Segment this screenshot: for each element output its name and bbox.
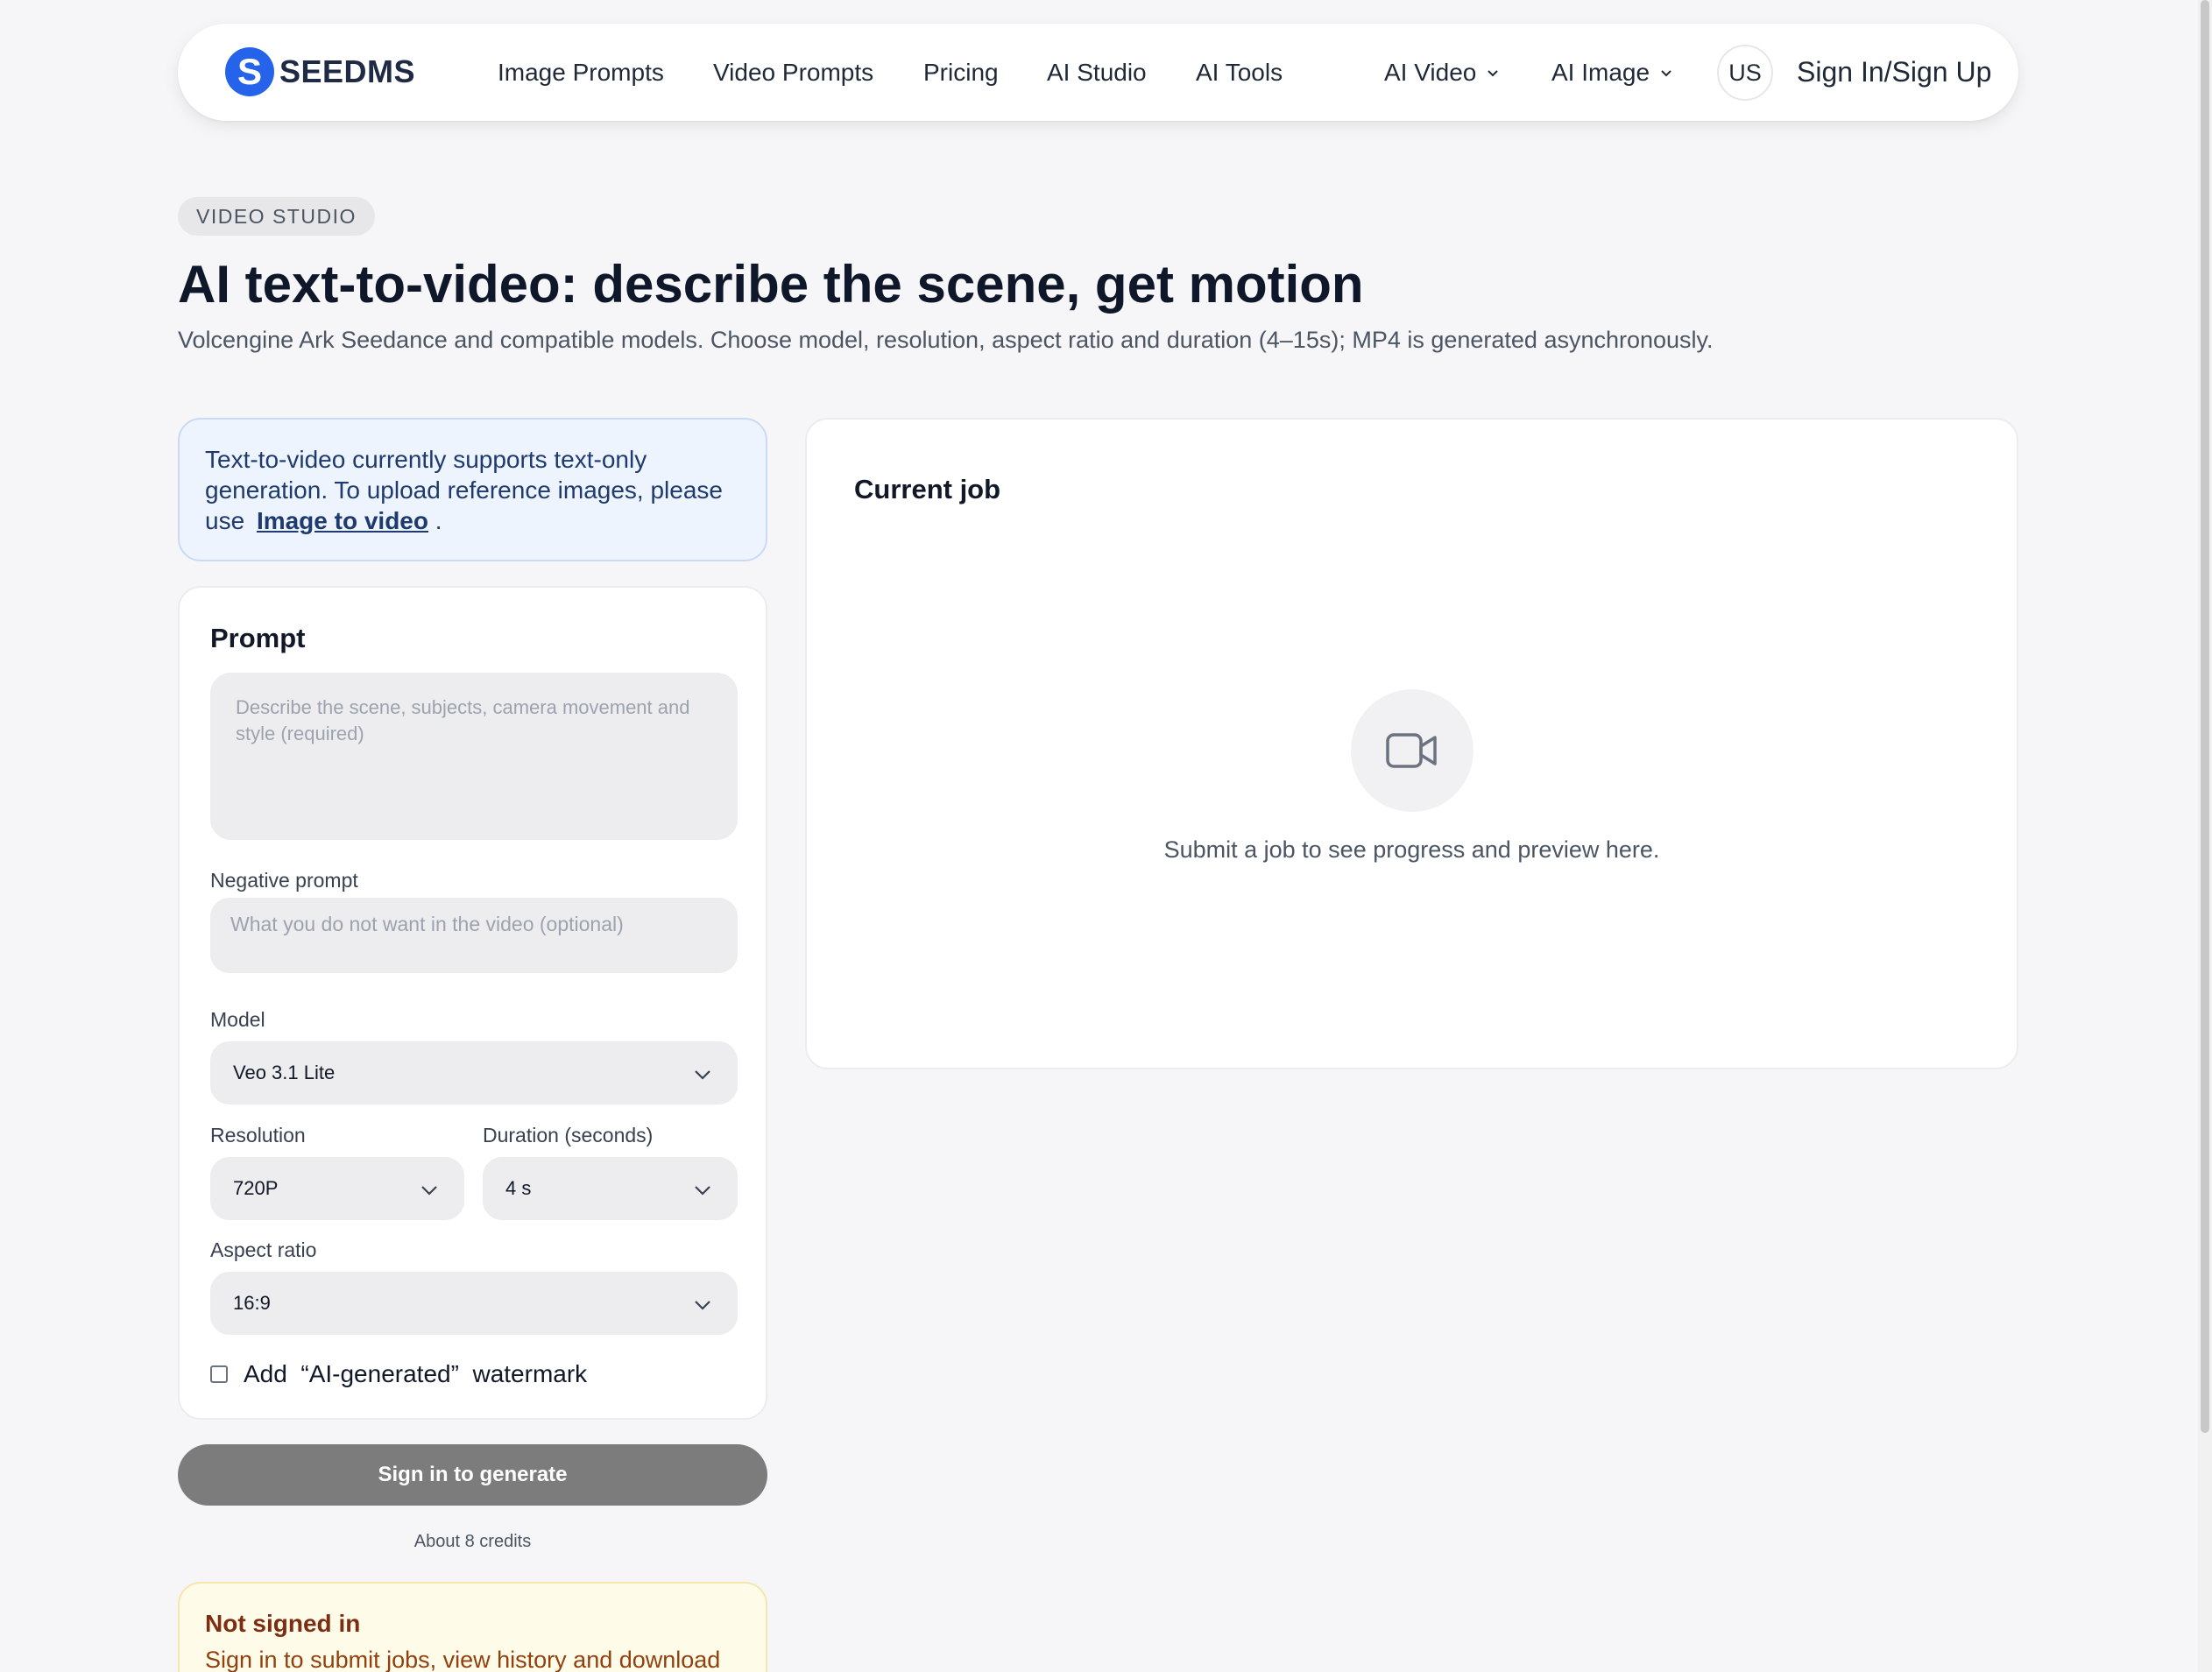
nav-ai-tools[interactable]: AI Tools [1196, 24, 1283, 121]
not-signed-in-title: Not signed in [205, 1610, 361, 1637]
logo-text: SEEDMS [279, 53, 416, 89]
nav-ai-video-dropdown[interactable]: AI Video [1384, 24, 1499, 121]
watermark-label: Add “AI-generated” watermark [244, 1360, 588, 1387]
chevron-down-icon [421, 1186, 437, 1196]
watermark-checkbox[interactable] [210, 1365, 228, 1383]
nav-video-prompts[interactable]: Video Prompts [713, 24, 873, 121]
aspect-ratio-select[interactable]: 16:9 [210, 1272, 738, 1335]
chevron-down-icon [695, 1070, 710, 1080]
duration-label: Duration (seconds) [483, 1124, 654, 1146]
current-job-panel: Current job Submit a job to see progress… [805, 418, 2018, 1069]
not-signed-in-text: Sign in to submit jobs, view history and… [205, 1647, 721, 1672]
logo-mark: S [225, 47, 274, 96]
section-badge: VIDEO STUDIO [178, 197, 375, 236]
watermark-option[interactable]: Add “AI-generated” watermark [210, 1360, 587, 1388]
duration-select-value: 4 s [505, 1177, 532, 1199]
negative-prompt-label: Negative prompt [210, 869, 358, 892]
aspect-ratio-select-value: 16:9 [233, 1292, 271, 1314]
info-notice-suffix: . [435, 507, 442, 534]
negative-prompt-input[interactable]: What you do not want in the video (optio… [210, 898, 738, 973]
empty-state-text: Submit a job to see progress and preview… [1163, 836, 1660, 863]
model-select[interactable]: Veo 3.1 Lite [210, 1041, 738, 1104]
not-signed-in-notice: Not signed in Sign in to submit jobs, vi… [178, 1582, 767, 1672]
logo[interactable]: S SEEDMS [225, 47, 415, 96]
nav-ai-video-label: AI Video [1384, 58, 1477, 86]
nav-ai-studio[interactable]: AI Studio [1047, 24, 1147, 121]
chevron-down-icon [1488, 69, 1499, 76]
nav-ai-image-label: AI Image [1551, 58, 1650, 86]
info-notice: Text-to-video currently supports text-on… [178, 418, 767, 561]
model-label: Model [210, 1008, 265, 1031]
sign-in-to-generate-button[interactable]: Sign in to generate [178, 1444, 767, 1506]
resolution-select-value: 720P [233, 1177, 279, 1199]
aspect-ratio-label: Aspect ratio [210, 1238, 317, 1261]
scrollbar-thumb[interactable] [2201, 0, 2209, 1433]
resolution-select[interactable]: 720P [210, 1157, 464, 1220]
credits-estimate: About 8 credits [413, 1532, 532, 1551]
nav-image-prompts[interactable]: Image Prompts [498, 24, 664, 121]
sign-in-link[interactable]: Sign In/Sign Up [1797, 24, 1991, 121]
chevron-down-icon [695, 1186, 710, 1196]
prompt-section-title: Prompt [210, 623, 306, 653]
video-placeholder [1351, 689, 1473, 812]
chevron-down-icon [695, 1301, 710, 1310]
video-camera-icon [1386, 733, 1437, 768]
nav-ai-image-dropdown[interactable]: AI Image [1551, 24, 1672, 121]
prompt-textarea[interactable]: Describe the scene, subjects, camera mov… [210, 673, 738, 840]
current-job-title: Current job [854, 474, 1001, 504]
chevron-down-icon [1661, 69, 1671, 76]
page-title: AI text-to-video: describe the scene, ge… [178, 255, 1364, 314]
language-selector-button[interactable]: US [1717, 45, 1773, 101]
image-to-video-link[interactable]: Image to video [257, 507, 428, 534]
top-navbar: S SEEDMS Image Prompts Video Prompts Pri… [178, 24, 2018, 121]
resolution-label: Resolution [210, 1124, 306, 1146]
generation-form-card: Prompt Describe the scene, subjects, cam… [178, 586, 767, 1420]
duration-select[interactable]: 4 s [483, 1157, 738, 1220]
nav-pricing[interactable]: Pricing [923, 24, 999, 121]
page-subtitle: Volcengine Ark Seedance and compatible m… [178, 327, 1714, 353]
model-select-value: Veo 3.1 Lite [233, 1062, 336, 1083]
